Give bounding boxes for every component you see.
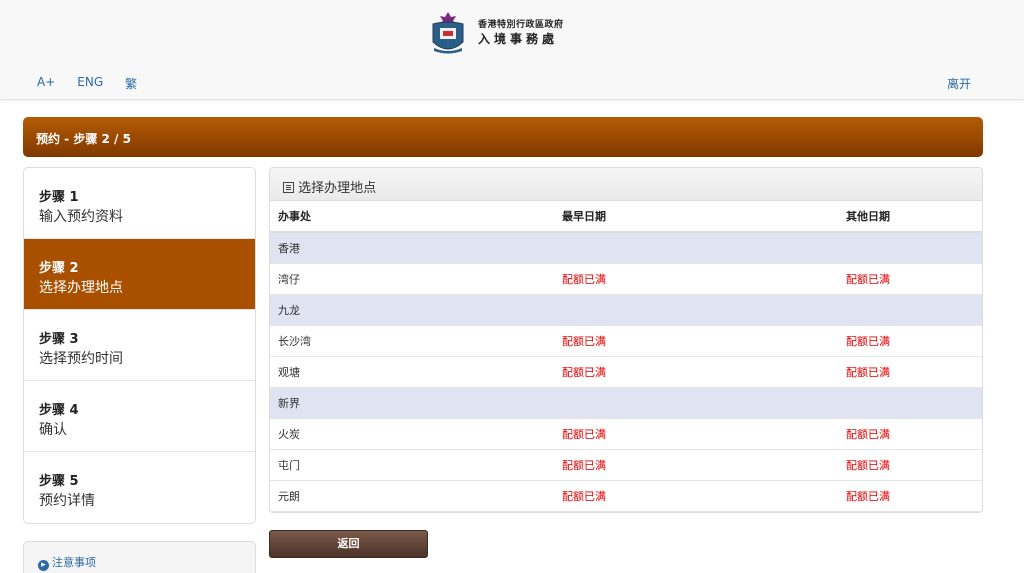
region-name: 新界 (270, 387, 982, 419)
step-number: 步骤 3 (39, 332, 79, 347)
step-label: 确认 (39, 422, 67, 438)
lang-traditional-chinese-link[interactable]: 繁 (125, 75, 137, 92)
table-row[interactable]: 长沙湾 配额已满 配额已满 (270, 325, 982, 357)
other-date: 配额已满 (846, 356, 982, 388)
earliest-date: 配额已满 (562, 325, 846, 357)
steps-sidebar: 步骤 1 输入预约资料 步骤 2 选择办理地点 步骤 3 选择预约时间 步骤 4… (23, 167, 256, 524)
table-row[interactable]: 湾仔 配额已满 配额已满 (270, 263, 982, 295)
exit-link[interactable]: 离开 (947, 75, 971, 92)
other-date: 配额已满 (846, 418, 982, 450)
table-row[interactable]: 观塘 配额已满 配额已满 (270, 356, 982, 388)
hksar-emblem-icon (432, 12, 464, 54)
immd-logo: 香港特別行政區政府 入境事務處 (428, 10, 564, 56)
earliest-date: 配额已满 (562, 418, 846, 450)
col-header-office: 办事处 (270, 201, 562, 233)
office-name: 湾仔 (270, 263, 562, 295)
step-number: 步骤 2 (39, 261, 79, 276)
font-size-toggle[interactable]: A+ (37, 75, 55, 92)
table-header-row: 办事处 最早日期 其他日期 (270, 201, 982, 233)
col-header-other: 其他日期 (846, 201, 982, 233)
step-number: 步骤 1 (39, 190, 79, 205)
panel-title: 选择办理地点 (298, 181, 377, 196)
table-row[interactable]: 火炭 配额已满 配额已满 (270, 418, 982, 450)
other-date: 配额已满 (846, 480, 982, 512)
lang-english-link[interactable]: ENG (77, 75, 103, 92)
step-5: 步骤 5 预约详情 (24, 452, 255, 523)
office-name: 元朗 (270, 480, 562, 512)
earliest-date: 配额已满 (562, 449, 846, 481)
region-name: 九龙 (270, 294, 982, 326)
step-label: 输入预约资料 (39, 209, 123, 225)
utility-nav: A+ ENG 繁 (37, 75, 137, 92)
table-row[interactable]: 屯门 配额已满 配额已满 (270, 449, 982, 481)
office-table: 办事处 最早日期 其他日期 香港 湾仔 配额已满 配额已满 九龙 长沙湾 配额已… (270, 201, 982, 512)
region-name: 香港 (270, 232, 982, 264)
step-label: 选择预约时间 (39, 351, 123, 367)
col-header-earliest: 最早日期 (562, 201, 846, 233)
notes-toggle[interactable]: ▸ 注意事项 (23, 541, 256, 573)
earliest-date: 配额已满 (562, 480, 846, 512)
step-number: 步骤 4 (39, 403, 79, 418)
step-label: 预约详情 (39, 493, 95, 509)
step-number: 步骤 5 (39, 474, 79, 489)
other-date: 配额已满 (846, 449, 982, 481)
office-name: 火炭 (270, 418, 562, 450)
arrow-circle-right-icon: ▸ (38, 560, 49, 571)
other-date: 配额已满 (846, 325, 982, 357)
panel-header: 选择办理地点 (270, 168, 982, 201)
step-1: 步骤 1 输入预约资料 (24, 168, 255, 239)
government-name: 香港特別行政區政府 (478, 19, 564, 30)
region-row-hk: 香港 (270, 232, 982, 264)
office-selection-panel: 选择办理地点 办事处 最早日期 其他日期 香港 湾仔 配额已满 配额已满 九龙 … (269, 167, 983, 513)
office-name: 屯门 (270, 449, 562, 481)
step-banner: 预约 - 步骤 2 / 5 (23, 117, 983, 157)
office-name: 观塘 (270, 356, 562, 388)
region-row-nt: 新界 (270, 387, 982, 419)
back-button[interactable]: 返回 (269, 530, 428, 558)
department-name: 入境事務處 (478, 31, 559, 46)
earliest-date: 配额已满 (562, 356, 846, 388)
other-date: 配额已满 (846, 263, 982, 295)
step-2-active: 步骤 2 选择办理地点 (24, 239, 255, 310)
list-icon (283, 182, 294, 193)
notes-label: 注意事项 (52, 556, 96, 569)
step-4: 步骤 4 确认 (24, 381, 255, 452)
region-row-kowloon: 九龙 (270, 294, 982, 326)
site-header: 香港特別行政區政府 入境事務處 A+ ENG 繁 离开 (0, 0, 1024, 100)
step-3: 步骤 3 选择预约时间 (24, 310, 255, 381)
step-label: 选择办理地点 (39, 280, 123, 296)
office-name: 长沙湾 (270, 325, 562, 357)
earliest-date: 配额已满 (562, 263, 846, 295)
step-banner-title: 预约 - 步骤 2 / 5 (36, 132, 131, 146)
table-row[interactable]: 元朗 配额已满 配额已满 (270, 480, 982, 512)
